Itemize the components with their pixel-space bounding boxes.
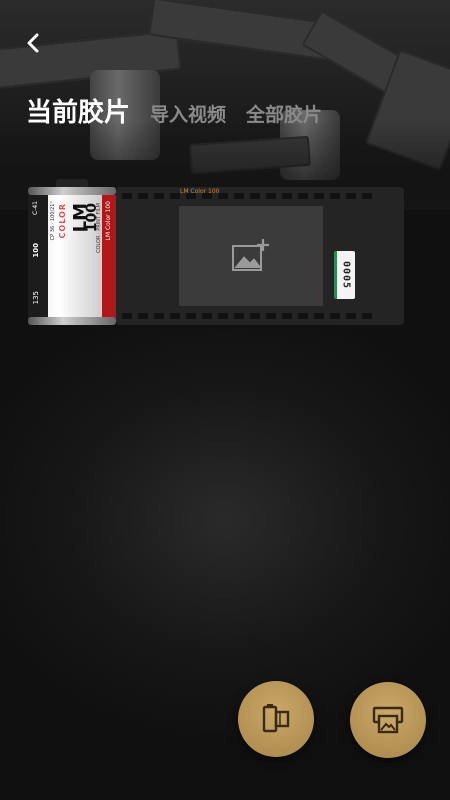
canister-dark-band: C-41 100 135 [28,195,48,319]
tab-bar: 当前胶片 导入视频 全部胶片 [26,92,322,129]
add-photo-frame[interactable] [179,206,323,306]
film-canister: C-41 100 135 CP 36 · 100/21° COLOR LM 10… [26,179,118,327]
film-strip-label: LM Color 100 [180,188,220,195]
film-strip: LM Color 100 0005 [116,187,404,325]
canister-side-code: CP 36 · 100/21° [50,201,56,241]
canister-iso-small: 100 [32,243,40,258]
tab-all-films[interactable]: 全部胶片 [246,100,322,127]
add-image-icon [232,239,269,271]
screen: 当前胶片 导入视频 全部胶片 LM Color 100 0005 C-41 10… [0,0,450,800]
load-film-button[interactable] [238,681,314,757]
tab-current-film[interactable]: 当前胶片 [26,92,130,129]
film-roll-icon [262,704,290,733]
canister-red-band: LM Color 100 [102,195,116,319]
print-photo-icon [372,706,404,734]
canister-code: C-41 [32,201,39,215]
canister-color-word: COLOR [58,203,67,239]
canister-exposures: 135 [32,291,40,305]
exposure-counter: 0005 [334,251,355,299]
sprocket-row-top [122,193,374,199]
back-button[interactable] [18,28,48,58]
tab-import-video[interactable]: 导入视频 [150,100,226,127]
chevron-left-icon [27,33,39,53]
current-film: LM Color 100 0005 C-41 100 135 CP 36 · 1… [26,165,406,330]
print-photos-button[interactable] [350,682,426,758]
sprocket-row-bottom [122,313,374,319]
